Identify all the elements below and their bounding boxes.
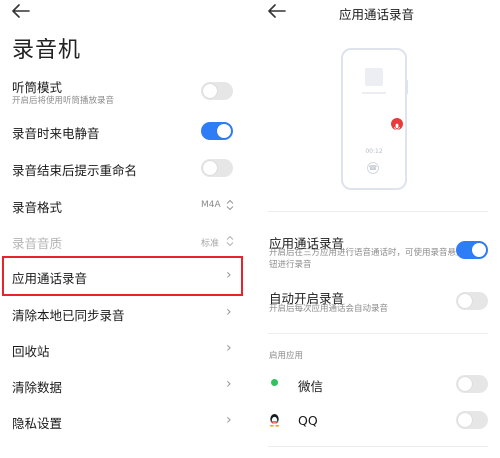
setting-recycle-bin[interactable]: 回收站 › xyxy=(0,337,250,363)
setting-record-format[interactable]: 录音格式 M4A xyxy=(0,193,250,219)
setting-earpiece-mode[interactable]: 听筒模式 开启后将使用听筒播放录音 xyxy=(0,72,250,108)
setting-clear-synced[interactable]: 清除本地已同步录音 › xyxy=(0,301,250,327)
wechat-toggle[interactable] xyxy=(456,375,488,393)
side-button xyxy=(406,80,408,94)
setting-label: 隐私设置 xyxy=(12,416,63,431)
call-timer: 00:12 xyxy=(365,148,383,155)
setting-description: 开启后在三方应用进行语音通话时，可使用录音悬浮按钮进行录音 xyxy=(269,248,474,270)
setting-label: 录音格式 xyxy=(12,200,63,215)
updown-arrow-icon xyxy=(226,199,234,211)
page-title: 录音机 xyxy=(12,38,82,63)
mute-calls-toggle[interactable] xyxy=(201,122,233,140)
divider xyxy=(268,211,488,212)
setting-label: 回收站 xyxy=(12,344,50,359)
setting-clear-data[interactable]: 清除数据 › xyxy=(0,373,250,399)
app-call-recording-toggle[interactable] xyxy=(456,241,488,259)
chevron-right-icon: › xyxy=(226,412,232,428)
name-placeholder xyxy=(362,92,386,94)
back-arrow-icon[interactable] xyxy=(12,4,34,20)
phone-preview-illustration: 00:12 ☎ xyxy=(341,48,408,190)
setting-description: 开启后将使用听筒播放录音 xyxy=(12,96,115,106)
setting-app-call-recording[interactable]: 应用通话录音 › xyxy=(0,263,250,289)
app-name: QQ xyxy=(298,413,318,428)
setting-label: 应用通话录音 xyxy=(12,271,88,286)
auto-record-toggle[interactable] xyxy=(456,292,488,310)
rename-prompt-toggle[interactable] xyxy=(201,159,233,177)
setting-mute-calls[interactable]: 录音时来电静音 xyxy=(0,118,250,144)
setting-label: 录音音质 xyxy=(12,236,63,251)
divider xyxy=(268,333,488,334)
setting-label: 录音时来电静音 xyxy=(12,126,100,141)
setting-label: 录音结束后提示重命名 xyxy=(12,163,138,178)
format-value: M4A xyxy=(201,200,221,210)
chevron-right-icon: › xyxy=(226,304,232,320)
setting-description: 开启后每次应用通话会自动录音 xyxy=(269,304,389,314)
avatar-placeholder xyxy=(365,68,383,86)
record-button-icon xyxy=(391,118,403,130)
hangup-icon: ☎ xyxy=(367,162,379,174)
qq-penguin-icon xyxy=(269,414,280,427)
quality-value: 标准 xyxy=(201,239,220,249)
qq-toggle[interactable] xyxy=(456,411,488,429)
wechat-icon xyxy=(271,379,278,386)
setting-label: 清除数据 xyxy=(12,380,63,395)
chevron-right-icon: › xyxy=(226,376,232,392)
setting-label: 清除本地已同步录音 xyxy=(12,308,125,323)
setting-rename-prompt[interactable]: 录音结束后提示重命名 xyxy=(0,156,250,182)
section-title: 启用应用 xyxy=(269,351,304,361)
divider xyxy=(268,446,488,447)
app-name: 微信 xyxy=(298,379,324,394)
updown-arrow-icon xyxy=(226,235,234,247)
setting-record-quality[interactable]: 录音音质 标准 xyxy=(0,229,250,255)
chevron-right-icon: › xyxy=(226,267,232,283)
earpiece-mode-toggle[interactable] xyxy=(201,82,233,100)
setting-privacy[interactable]: 隐私设置 › xyxy=(0,409,250,435)
page-title: 应用通话录音 xyxy=(338,7,414,22)
chevron-right-icon: › xyxy=(226,340,232,356)
recorder-settings-pane: 录音机 听筒模式 开启后将使用听筒播放录音 录音时来电静音 录音结束后提示重命名… xyxy=(0,0,250,458)
